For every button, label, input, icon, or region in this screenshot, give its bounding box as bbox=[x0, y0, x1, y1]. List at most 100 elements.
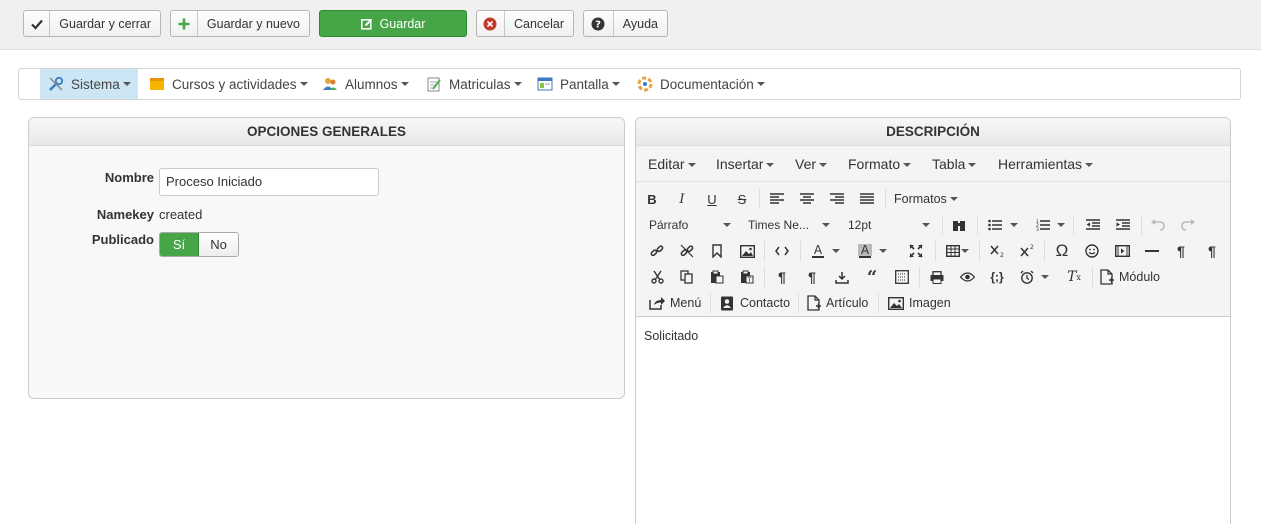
blockquote-icon[interactable]: “ bbox=[861, 266, 883, 288]
insert-datetime-icon[interactable] bbox=[831, 266, 853, 288]
emoticon-icon[interactable] bbox=[1081, 240, 1103, 262]
source-code-icon[interactable]: {;} bbox=[986, 266, 1008, 288]
chevron-down-icon bbox=[611, 82, 620, 86]
menu-editar[interactable]: Editar bbox=[648, 146, 696, 182]
chevron-down-icon[interactable] bbox=[1039, 266, 1051, 288]
editor-content[interactable]: Solicitado bbox=[636, 317, 1230, 524]
chevron-down-icon[interactable] bbox=[877, 240, 889, 262]
chevron-down-icon[interactable] bbox=[1008, 214, 1020, 236]
namekey-row: Namekey created bbox=[29, 207, 202, 222]
media-icon[interactable] bbox=[1111, 240, 1133, 262]
module-button[interactable]: Módulo bbox=[1100, 266, 1160, 288]
chevron-down-icon bbox=[766, 163, 775, 168]
svg-text:3: 3 bbox=[1036, 227, 1039, 231]
published-yes-button[interactable]: Sí bbox=[160, 233, 199, 256]
undo-icon[interactable] bbox=[1147, 214, 1169, 236]
nav-item-sistema[interactable]: Sistema bbox=[40, 69, 138, 99]
special-character-icon[interactable]: Ω bbox=[1051, 240, 1073, 262]
align-left-icon[interactable] bbox=[766, 188, 788, 210]
plus-icon bbox=[171, 11, 198, 36]
namekey-label: Namekey bbox=[96, 207, 154, 222]
align-right-icon[interactable] bbox=[826, 188, 848, 210]
save-button[interactable]: Guardar bbox=[319, 10, 467, 37]
paragraph-icon[interactable]: ¶ bbox=[771, 266, 793, 288]
copy-icon[interactable] bbox=[676, 266, 698, 288]
image-icon[interactable] bbox=[736, 240, 758, 262]
preview-icon[interactable] bbox=[956, 266, 978, 288]
link-icon[interactable] bbox=[646, 240, 668, 262]
cancel-icon bbox=[477, 11, 505, 36]
alarm-clock-icon[interactable] bbox=[1016, 266, 1038, 288]
menu-ver[interactable]: Ver bbox=[795, 146, 828, 182]
paste-icon[interactable] bbox=[706, 266, 728, 288]
code-icon[interactable] bbox=[771, 240, 793, 262]
edit-icon bbox=[360, 18, 373, 30]
nav-item-documentacion[interactable]: Documentación bbox=[637, 69, 765, 99]
check-icon bbox=[24, 11, 51, 36]
save-new-button[interactable]: Guardar y nuevo bbox=[170, 10, 310, 37]
cancel-button[interactable]: Cancelar bbox=[476, 10, 574, 37]
help-button[interactable]: ? Ayuda bbox=[583, 10, 668, 37]
template-icon[interactable] bbox=[891, 266, 913, 288]
support-icon bbox=[637, 76, 653, 92]
chevron-down-icon bbox=[949, 197, 958, 201]
redo-icon[interactable] bbox=[1177, 214, 1199, 236]
visual-chars-icon[interactable]: ¶ bbox=[801, 266, 823, 288]
panel-title: OPCIONES GENERALES bbox=[29, 118, 624, 146]
image-button[interactable]: Imagen bbox=[888, 292, 951, 314]
rtl-icon[interactable]: ¶ bbox=[1201, 240, 1223, 262]
nav-item-alumnos[interactable]: Alumnos bbox=[322, 69, 409, 99]
formats-dropdown[interactable]: Formatos bbox=[894, 188, 958, 210]
numbered-list-icon[interactable]: 123 bbox=[1032, 214, 1054, 236]
horizontal-rule-icon[interactable] bbox=[1141, 240, 1163, 262]
outdent-icon[interactable] bbox=[1082, 214, 1104, 236]
chevron-down-icon bbox=[122, 82, 131, 86]
align-center-icon[interactable] bbox=[796, 188, 818, 210]
published-no-button[interactable]: No bbox=[199, 233, 238, 256]
menu-herramientas[interactable]: Herramientas bbox=[998, 146, 1094, 182]
indent-icon[interactable] bbox=[1112, 214, 1134, 236]
align-justify-icon[interactable] bbox=[856, 188, 878, 210]
chevron-down-icon[interactable] bbox=[1055, 214, 1067, 236]
unlink-icon[interactable] bbox=[676, 240, 698, 262]
chevron-down-icon[interactable] bbox=[830, 240, 842, 262]
users-icon bbox=[322, 76, 338, 92]
cut-icon[interactable] bbox=[646, 266, 668, 288]
content-paragraph: Solicitado bbox=[644, 329, 699, 343]
clear-formatting-icon[interactable]: Tx bbox=[1063, 266, 1085, 288]
fullscreen-icon[interactable] bbox=[905, 240, 927, 262]
background-color-icon[interactable]: A bbox=[854, 240, 876, 262]
ltr-icon[interactable]: ¶ bbox=[1170, 240, 1192, 262]
paste-text-icon[interactable]: T bbox=[736, 266, 758, 288]
document-edit-icon bbox=[426, 76, 442, 92]
bold-icon[interactable]: B bbox=[641, 188, 663, 210]
menu-formato[interactable]: Formato bbox=[848, 146, 912, 182]
share-icon bbox=[649, 296, 665, 310]
contact-button[interactable]: Contacto bbox=[720, 292, 790, 314]
save-close-button[interactable]: Guardar y cerrar bbox=[23, 10, 161, 37]
menu-insertar[interactable]: Insertar bbox=[716, 146, 775, 182]
underline-icon[interactable]: U bbox=[701, 188, 723, 210]
subscript-icon[interactable]: 2 bbox=[986, 240, 1008, 262]
strikethrough-icon[interactable]: S bbox=[731, 188, 753, 210]
italic-icon[interactable]: I bbox=[671, 188, 693, 210]
menu-tabla[interactable]: Tabla bbox=[932, 146, 977, 182]
name-row: Nombre Proceso Iniciado bbox=[29, 168, 379, 196]
bookmark-icon[interactable] bbox=[706, 240, 728, 262]
article-button[interactable]: Artículo bbox=[807, 292, 868, 314]
chevron-down-icon[interactable] bbox=[959, 240, 971, 262]
font-family-select[interactable]: Times Ne... bbox=[748, 214, 830, 236]
find-replace-icon[interactable] bbox=[948, 214, 970, 236]
superscript-icon[interactable]: 2 bbox=[1016, 240, 1038, 262]
nav-item-cursos[interactable]: Cursos y actividades bbox=[149, 69, 308, 99]
print-icon[interactable] bbox=[926, 266, 948, 288]
nav-item-pantalla[interactable]: Pantalla bbox=[537, 69, 620, 99]
main-nav: Sistema Cursos y actividades Alumnos Mat… bbox=[18, 68, 1241, 100]
block-format-select[interactable]: Párrafo bbox=[649, 214, 731, 236]
bullet-list-icon[interactable] bbox=[984, 214, 1006, 236]
nav-item-matriculas[interactable]: Matriculas bbox=[426, 69, 522, 99]
name-input[interactable]: Proceso Iniciado bbox=[159, 168, 379, 196]
font-size-select[interactable]: 12pt bbox=[848, 214, 930, 236]
menu-button[interactable]: Menú bbox=[649, 292, 701, 314]
text-color-icon[interactable]: A bbox=[807, 240, 829, 262]
